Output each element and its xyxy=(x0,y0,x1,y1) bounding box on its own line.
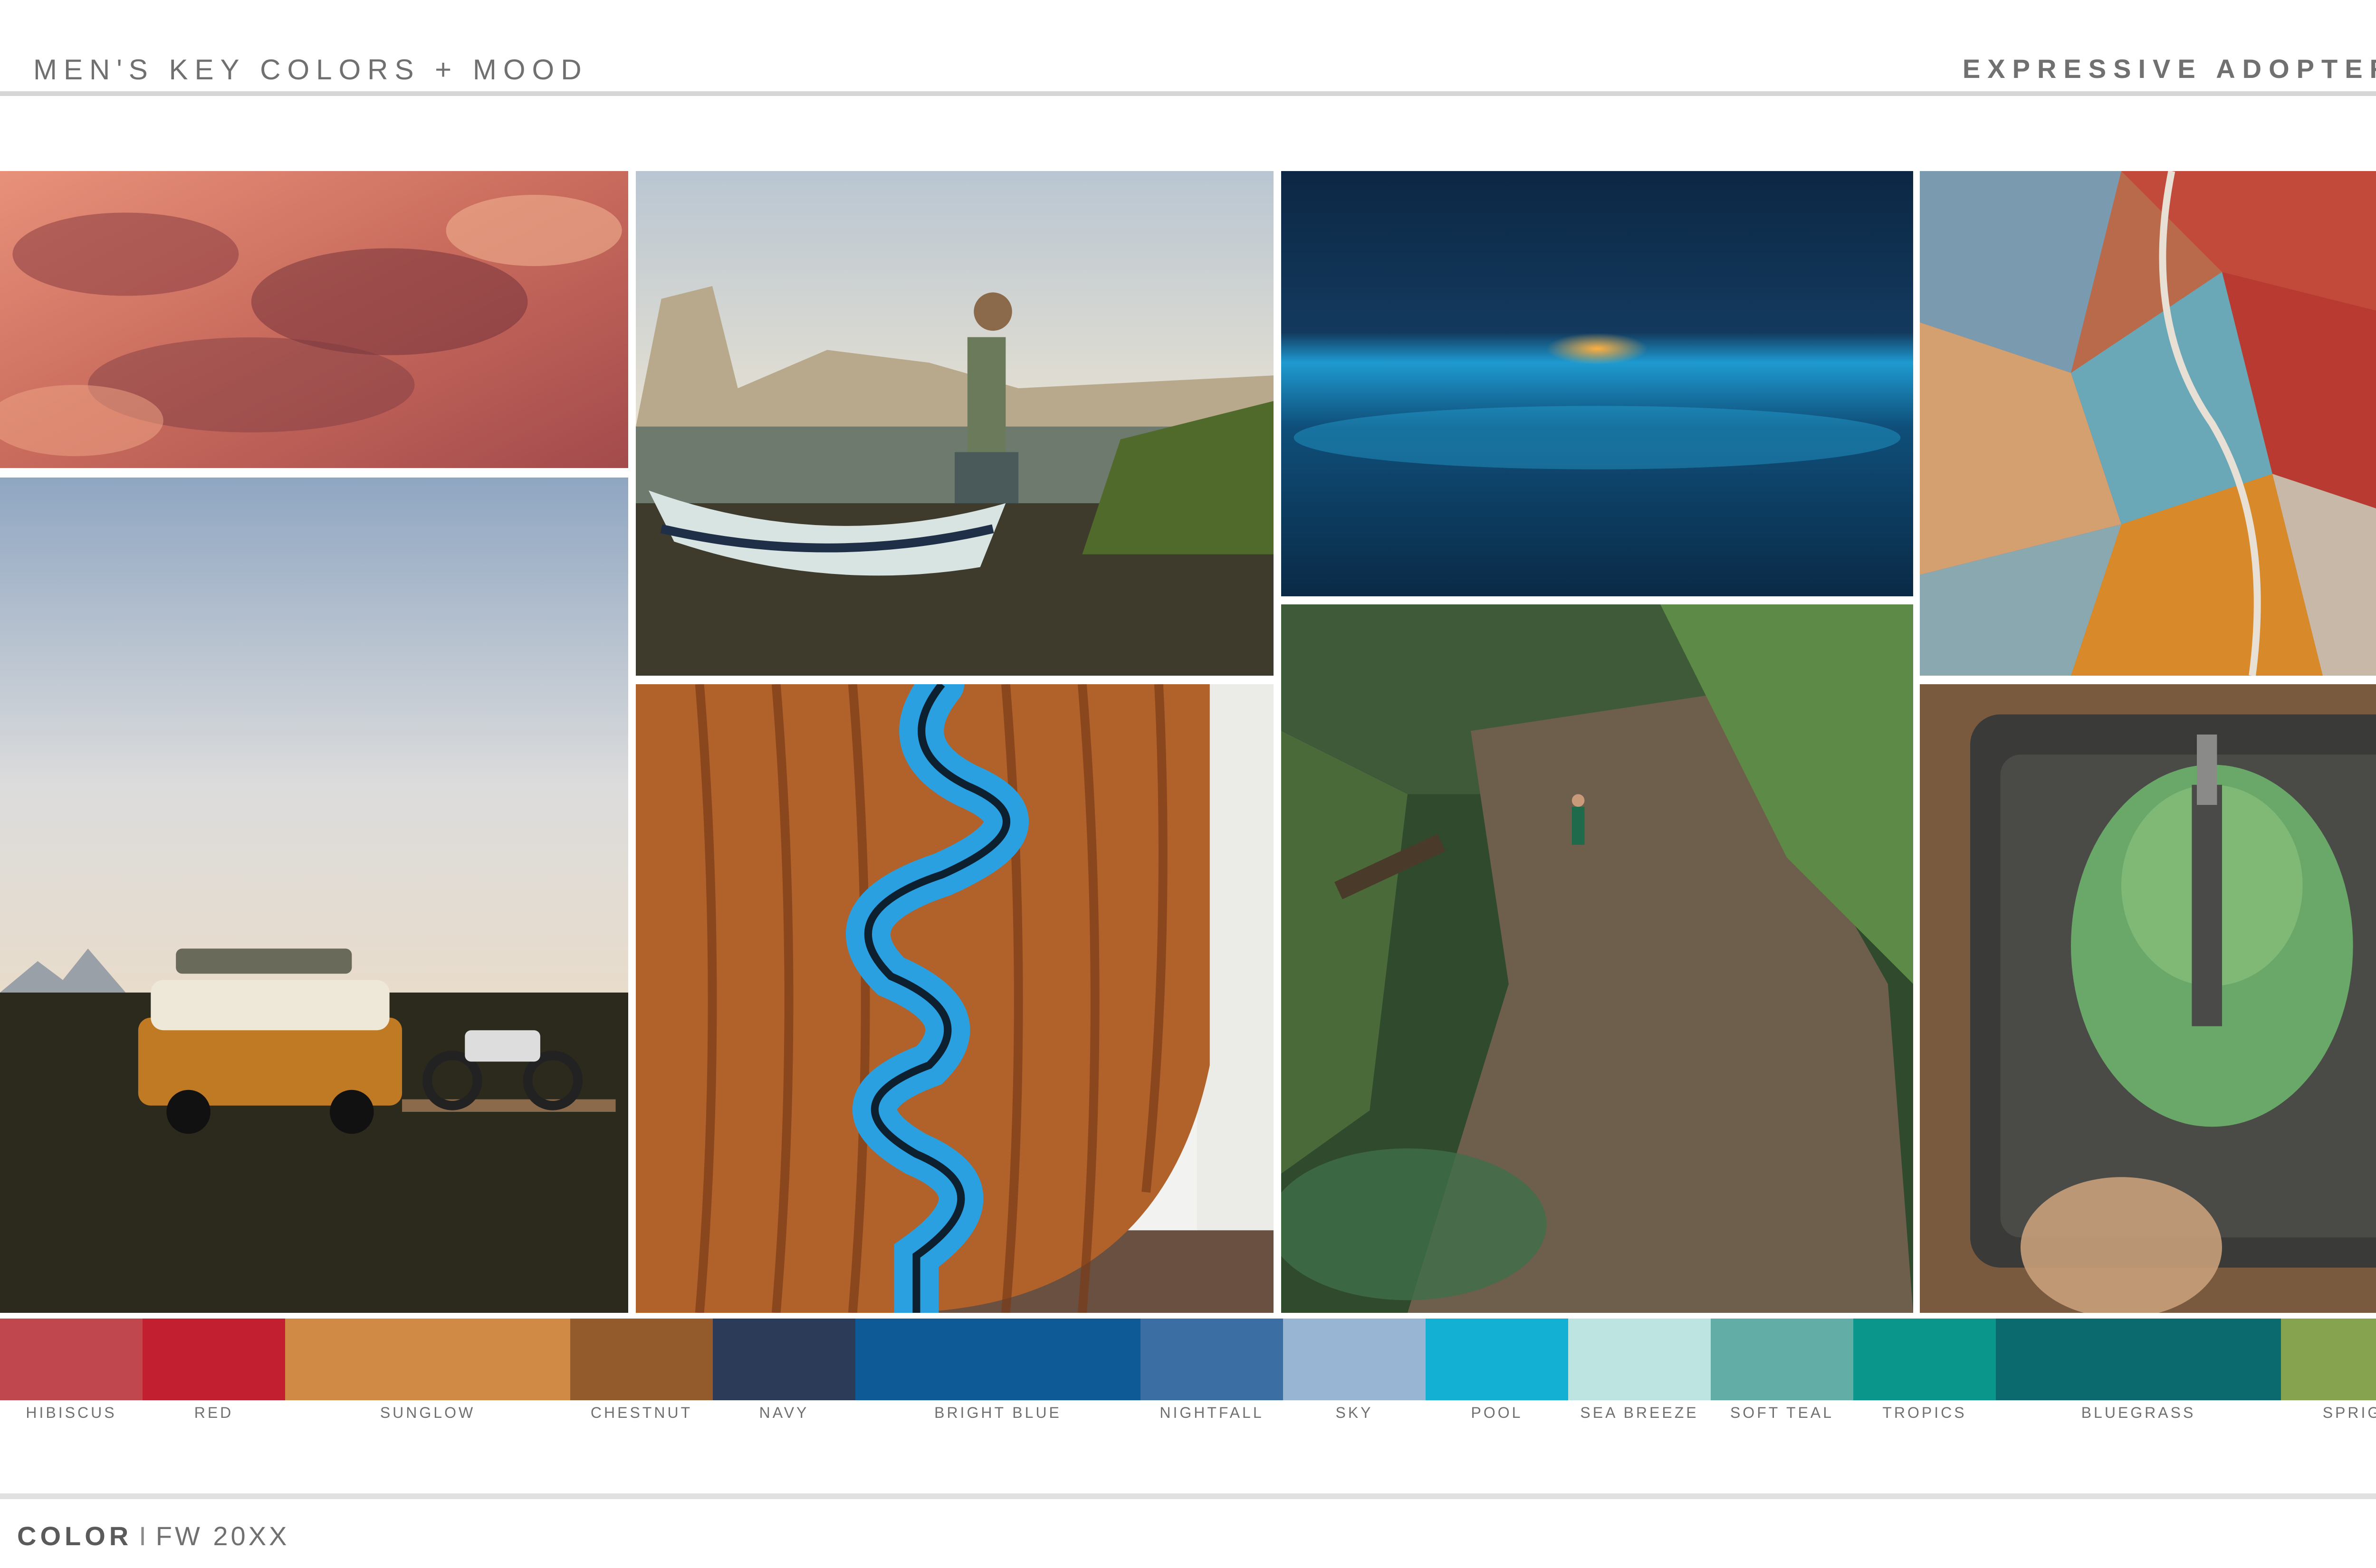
footer-separator: I xyxy=(139,1521,149,1551)
swatch-hibiscus xyxy=(0,1319,143,1400)
swatch-label-sky: SKY xyxy=(1335,1404,1373,1421)
footer-divider xyxy=(0,1493,2376,1499)
swatch-label-pool: POOL xyxy=(1471,1404,1523,1421)
swatch-navy xyxy=(713,1319,855,1400)
swatch-sunglow xyxy=(285,1319,570,1400)
color-swatch-bar xyxy=(0,1319,2376,1400)
footer: COLOR I FW 20XX xyxy=(17,1520,289,1551)
van-motorcycle-photo xyxy=(0,478,628,1313)
wooden-paddle-river-art-photo xyxy=(636,684,1274,1313)
swatch-chestnut xyxy=(570,1319,713,1400)
swatch-label-sprig: SPRIG xyxy=(2322,1404,2376,1421)
footer-season: FW 20XX xyxy=(155,1521,290,1551)
footer-section: COLOR xyxy=(17,1521,133,1551)
sunset-clouds-photo xyxy=(0,171,628,468)
swatch-label-red: RED xyxy=(194,1404,234,1421)
swatch-bluegrass xyxy=(1996,1319,2281,1400)
swatch-label-navy: NAVY xyxy=(759,1404,809,1421)
swatch-sea-breeze xyxy=(1568,1319,1711,1400)
bioluminescent-ocean-photo xyxy=(1281,171,1913,596)
swatch-label-chestnut: CHESTNUT xyxy=(590,1404,693,1421)
swatch-red xyxy=(143,1319,285,1400)
cactus-knife-photo xyxy=(1920,684,2376,1313)
swatch-label-soft-teal: SOFT TEAL xyxy=(1730,1404,1834,1421)
swatch-label-nightfall: NIGHTFALL xyxy=(1159,1404,1264,1421)
forest-trail-runner-photo xyxy=(1281,604,1913,1313)
segment-title: EXPRESSIVE ADOPTER xyxy=(1962,54,2376,84)
page-title: MEN'S KEY COLORS + MOOD xyxy=(33,54,588,86)
drift-boat-river-photo xyxy=(636,171,1274,676)
swatch-soft-teal xyxy=(1711,1319,1853,1400)
swatch-bright-blue xyxy=(855,1319,1140,1400)
swatch-tropics xyxy=(1853,1319,1996,1400)
rainbow-mountains-aerial-photo xyxy=(1920,171,2376,676)
swatch-labels: HIBISCUS RED SUNGLOW CHESTNUT NAVY BRIGH… xyxy=(0,1404,2376,1433)
swatch-label-sunglow: SUNGLOW xyxy=(380,1404,476,1421)
header-divider xyxy=(0,91,2376,96)
swatch-sprig xyxy=(2281,1319,2376,1400)
swatch-label-sea-breeze: SEA BREEZE xyxy=(1580,1404,1699,1421)
swatch-label-bluegrass: BLUEGRASS xyxy=(2081,1404,2196,1421)
swatch-nightfall xyxy=(1140,1319,1283,1400)
swatch-label-bright-blue: BRIGHT BLUE xyxy=(934,1404,1062,1421)
swatch-label-hibiscus: HIBISCUS xyxy=(26,1404,117,1421)
swatch-pool xyxy=(1426,1319,1568,1400)
swatch-sky xyxy=(1283,1319,1426,1400)
swatch-label-tropics: TROPICS xyxy=(1882,1404,1967,1421)
